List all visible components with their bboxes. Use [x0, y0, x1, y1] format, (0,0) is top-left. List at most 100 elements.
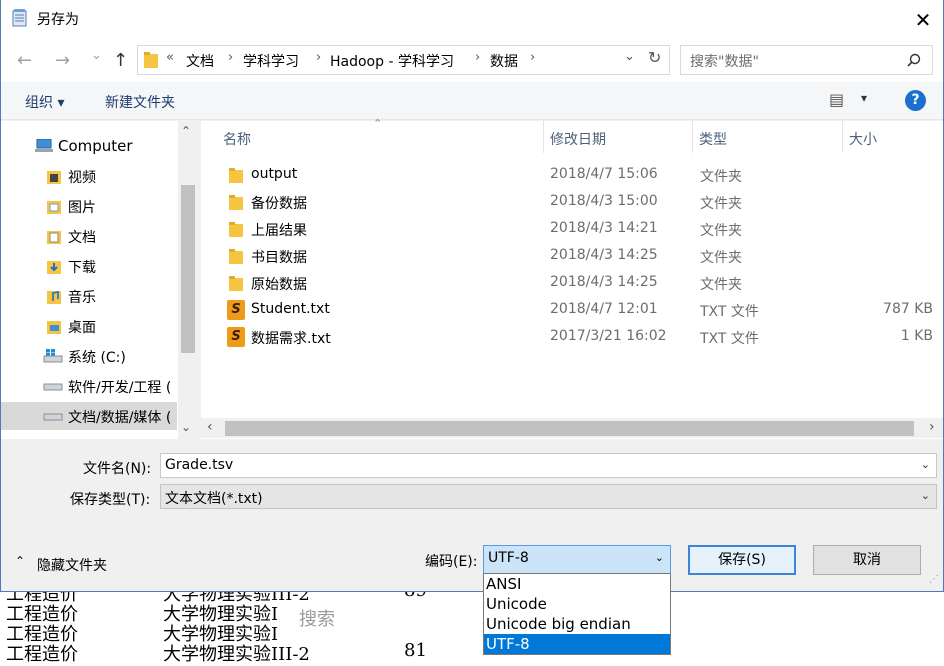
cancel-button[interactable]: 取消: [813, 545, 921, 575]
file-type: 文件夹: [700, 250, 742, 266]
back-arrow-icon[interactable]: ←: [17, 50, 32, 71]
chevron-down-icon[interactable]: ⌄: [921, 458, 930, 471]
sublime-text-file-icon: S: [227, 327, 245, 347]
address-dropdown-icon[interactable]: ⌄: [624, 49, 635, 64]
breadcrumb-item[interactable]: 数据: [490, 51, 518, 71]
sort-ascending-icon: ⌃: [373, 117, 383, 130]
folder-icon: [229, 276, 243, 291]
documents-folder-icon: [47, 231, 61, 244]
recent-locations-dropdown-icon[interactable]: ⌄: [91, 48, 102, 63]
breadcrumb-separator-icon[interactable]: ›: [228, 50, 233, 65]
breadcrumb-item[interactable]: 学科学习: [243, 51, 299, 71]
refresh-icon[interactable]: ↻: [648, 48, 661, 67]
sidebar-item-desktop[interactable]: 桌面: [1, 312, 177, 340]
encoding-select[interactable]: UTF-8 ⌄: [483, 545, 671, 574]
command-toolbar: 组织 ▾ 新建文件夹 ▤ ▾ ?: [1, 82, 943, 120]
breadcrumb-separator-icon[interactable]: ›: [316, 50, 321, 65]
sidebar-item-label: 桌面: [68, 320, 96, 336]
scroll-left-icon[interactable]: ‹: [207, 419, 213, 435]
encoding-option-ansi[interactable]: ANSI: [484, 574, 670, 594]
table-row[interactable]: 原始数据 2018/4/3 14:25 文件夹: [211, 270, 935, 297]
sidebar-item-data-drive[interactable]: 文档/数据/媒体 (: [1, 402, 177, 430]
bg-cell: 工程造价: [6, 644, 78, 665]
close-button[interactable]: ✕: [903, 6, 943, 34]
view-dropdown-icon[interactable]: ▾: [861, 91, 867, 105]
sidebar-item-downloads[interactable]: 下载: [1, 252, 177, 280]
scroll-right-icon[interactable]: ›: [929, 419, 935, 435]
sidebar-item-system-drive[interactable]: 系统 (C:): [1, 342, 177, 370]
address-overflow-icon[interactable]: «: [166, 50, 174, 65]
chevron-down-icon[interactable]: ⌄: [655, 551, 664, 564]
filetype-select[interactable]: 文本文档(*.txt) ⌄: [160, 484, 937, 509]
sidebar-item-documents[interactable]: 文档: [1, 222, 177, 250]
column-header-name[interactable]: 名称: [223, 129, 251, 149]
encoding-dropdown-list: ANSI Unicode Unicode big endian UTF-8: [483, 573, 671, 655]
column-divider[interactable]: [543, 121, 544, 153]
file-type: TXT 文件: [700, 331, 759, 347]
search-input[interactable]: 搜索"数据": [680, 45, 933, 75]
table-row[interactable]: S 数据需求.txt 2017/3/21 16:02 TXT 文件 1 KB: [211, 324, 935, 351]
column-header-type[interactable]: 类型: [699, 129, 727, 149]
scroll-up-icon[interactable]: ⌃: [181, 124, 191, 138]
column-divider[interactable]: [842, 121, 843, 153]
forward-arrow-icon[interactable]: →: [55, 50, 70, 71]
help-icon[interactable]: ?: [905, 90, 926, 111]
filename-input[interactable]: Grade.tsv ⌄: [160, 453, 937, 478]
encoding-option-unicode-big-endian[interactable]: Unicode big endian: [484, 614, 670, 634]
table-row[interactable]: 上届结果 2018/4/3 14:21 文件夹: [211, 216, 935, 243]
folder-icon: [144, 52, 158, 68]
breadcrumb-item[interactable]: Hadoop - 学科学习: [330, 51, 454, 71]
file-date: 2018/4/3 14:25: [550, 247, 658, 263]
sidebar-scroll-thumb[interactable]: [181, 185, 195, 353]
sidebar-item-video[interactable]: 视频: [1, 162, 177, 190]
encoding-option-utf8[interactable]: UTF-8: [484, 634, 670, 654]
table-row[interactable]: 书目数据 2018/4/3 14:25 文件夹: [211, 243, 935, 270]
sidebar-item-computer[interactable]: Computer: [1, 132, 177, 160]
save-button[interactable]: 保存(S): [688, 545, 796, 575]
breadcrumb-item[interactable]: 文档: [186, 51, 214, 71]
table-row[interactable]: 备份数据 2018/4/3 15:00 文件夹: [211, 189, 935, 216]
music-folder-icon: [47, 291, 61, 304]
encoding-label: 编码(E):: [425, 554, 478, 570]
file-date: 2018/4/7 15:06: [550, 166, 658, 182]
filename-label: 文件名(N):: [83, 461, 152, 477]
up-arrow-icon[interactable]: ↑: [113, 50, 128, 71]
title-bar: 另存为 ✕: [1, 0, 943, 38]
scroll-down-icon[interactable]: ⌄: [181, 420, 191, 434]
breadcrumb-separator-icon[interactable]: ›: [475, 50, 480, 65]
column-header-size[interactable]: 大小: [849, 129, 877, 149]
table-row[interactable]: S Student.txt 2018/4/7 12:01 TXT 文件 787 …: [211, 297, 935, 324]
breadcrumb-separator-icon[interactable]: ›: [530, 50, 535, 65]
column-divider[interactable]: [692, 121, 693, 153]
file-size: 787 KB: [883, 301, 933, 317]
sidebar-item-label: 系统 (C:): [68, 350, 126, 366]
file-date: 2017/3/21 16:02: [550, 328, 667, 344]
hide-folders-button[interactable]: 隐藏文件夹: [37, 555, 107, 575]
organize-button[interactable]: 组织 ▾: [25, 92, 64, 112]
resize-grip-icon[interactable]: ⋰: [929, 574, 939, 585]
file-type: 文件夹: [700, 169, 742, 185]
search-placeholder: 搜索"数据": [690, 54, 759, 70]
sidebar-item-label: 软件/开发/工程 (: [68, 380, 172, 396]
search-icon[interactable]: [907, 53, 921, 67]
file-name: 原始数据: [251, 277, 307, 293]
notepad-icon: [12, 9, 27, 27]
address-bar[interactable]: « 文档 › 学科学习 › Hadoop - 学科学习 › 数据 › ⌄ ↻: [137, 45, 670, 75]
filetype-label: 保存类型(T):: [70, 492, 151, 508]
horizontal-scroll-thumb[interactable]: [225, 421, 914, 436]
chevron-up-icon[interactable]: ⌃: [15, 554, 25, 568]
column-header-date[interactable]: 修改日期: [550, 129, 606, 149]
background-search-input[interactable]: 搜索: [287, 602, 487, 636]
view-options-icon[interactable]: ▤: [829, 90, 844, 109]
file-date: 2018/4/3 14:21: [550, 220, 658, 236]
encoding-option-unicode[interactable]: Unicode: [484, 594, 670, 614]
encoding-value: UTF-8: [488, 550, 529, 566]
sidebar-item-pictures[interactable]: 图片: [1, 192, 177, 220]
table-row[interactable]: output 2018/4/7 15:06 文件夹: [211, 162, 935, 189]
sidebar-item-software-drive[interactable]: 软件/开发/工程 (: [1, 372, 177, 400]
sidebar-item-music[interactable]: 音乐: [1, 282, 177, 310]
new-folder-button[interactable]: 新建文件夹: [105, 92, 175, 112]
file-date: 2018/4/3 15:00: [550, 193, 658, 209]
chevron-down-icon[interactable]: ⌄: [921, 489, 930, 502]
folder-icon: [229, 249, 243, 264]
